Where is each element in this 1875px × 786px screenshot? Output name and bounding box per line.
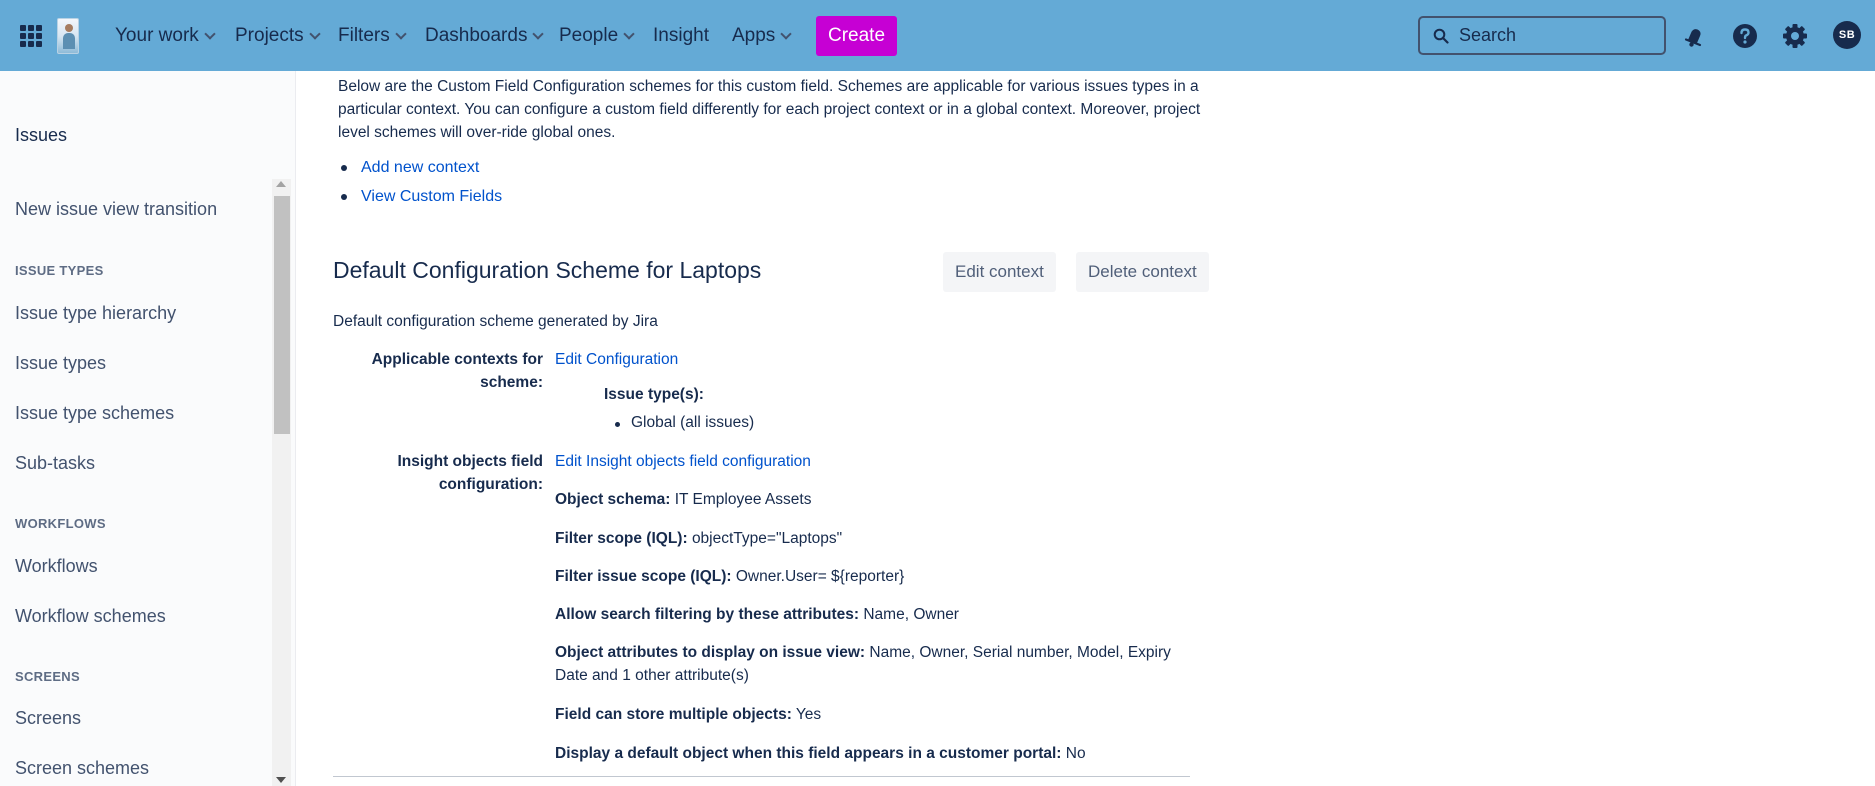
filter-scope-label: Filter scope (IQL): bbox=[555, 530, 688, 547]
nav-dashboards-label: Dashboards bbox=[425, 25, 528, 46]
nav-people[interactable]: People bbox=[559, 20, 635, 52]
edit-insight-config-link[interactable]: Edit Insight objects field configuration bbox=[555, 453, 811, 470]
delete-context-button[interactable]: Delete context bbox=[1076, 252, 1209, 292]
settings-gear-icon[interactable] bbox=[1781, 22, 1809, 50]
scroll-up-arrow-icon[interactable] bbox=[276, 181, 286, 187]
chevron-down-icon bbox=[623, 28, 635, 40]
sidebar-item-issue-type-schemes[interactable]: Issue type schemes bbox=[15, 403, 174, 424]
search-filter-value: Name, Owner bbox=[863, 606, 959, 623]
sidebar-item-new-issue-view[interactable]: New issue view transition bbox=[15, 199, 217, 220]
sidebar-item-sub-tasks[interactable]: Sub-tasks bbox=[15, 453, 95, 474]
nav-projects[interactable]: Projects bbox=[235, 20, 321, 52]
list-item: View Custom Fields bbox=[341, 186, 502, 215]
sidebar-item-workflow-schemes[interactable]: Workflow schemes bbox=[15, 606, 166, 627]
nav-apps-label: Apps bbox=[732, 25, 776, 46]
site-logo[interactable] bbox=[57, 18, 79, 54]
issue-types-heading: Issue type(s): bbox=[604, 386, 704, 403]
edit-configuration-link[interactable]: Edit Configuration bbox=[555, 351, 678, 368]
sidebar-item-issue-type-hierarchy[interactable]: Issue type hierarchy bbox=[15, 303, 176, 324]
view-custom-fields-link[interactable]: View Custom Fields bbox=[361, 188, 502, 205]
multiple-objects-row: Field can store multiple objects: Yes bbox=[555, 703, 821, 726]
intro-text: Below are the Custom Field Configuration… bbox=[338, 78, 1201, 141]
sidebar: Issues New issue view transition ISSUE T… bbox=[0, 71, 296, 786]
top-navigation-bar: Your work Projects Filters Dashboards Pe… bbox=[0, 0, 1875, 71]
multiple-objects-value: Yes bbox=[795, 706, 822, 723]
search-filter-label: Allow search filtering by these attribut… bbox=[555, 606, 860, 623]
add-new-context-link[interactable]: Add new context bbox=[361, 159, 479, 176]
sidebar-item-issue-types[interactable]: Issue types bbox=[15, 353, 106, 374]
section-divider bbox=[333, 776, 1190, 777]
scroll-down-arrow-icon[interactable] bbox=[276, 777, 286, 783]
chevron-down-icon bbox=[532, 28, 545, 40]
nav-your-work[interactable]: Your work bbox=[115, 20, 216, 52]
nav-apps[interactable]: Apps bbox=[732, 20, 792, 52]
context-links-list: Add new context View Custom Fields bbox=[341, 157, 502, 215]
search-input[interactable] bbox=[1459, 25, 1649, 46]
scheme-title: Default Configuration Scheme for Laptops bbox=[333, 257, 762, 283]
display-attrs-label: Object attributes to display on issue vi… bbox=[555, 644, 866, 661]
chevron-down-icon bbox=[780, 28, 792, 40]
filter-scope-value: objectType="Laptops" bbox=[691, 530, 843, 547]
create-button[interactable]: Create bbox=[816, 16, 897, 56]
applicable-contexts-label: Applicable contexts for scheme: bbox=[371, 351, 543, 391]
sidebar-item-screens[interactable]: Screens bbox=[15, 708, 81, 729]
nav-your-work-label: Your work bbox=[115, 25, 199, 46]
sidebar-item-screen-schemes[interactable]: Screen schemes bbox=[15, 758, 149, 779]
display-attrs-row: Object attributes to display on issue vi… bbox=[555, 641, 1195, 687]
sidebar-section-screens: SCREENS bbox=[15, 669, 80, 684]
nav-people-label: People bbox=[559, 25, 619, 46]
search-filter-row: Allow search filtering by these attribut… bbox=[555, 603, 959, 626]
object-schema-row: Object schema: IT Employee Assets bbox=[555, 488, 811, 511]
nav-insight-label: Insight bbox=[653, 25, 709, 46]
sidebar-section-issue-types: ISSUE TYPES bbox=[15, 263, 104, 278]
help-icon[interactable] bbox=[1731, 22, 1759, 50]
search-icon bbox=[1433, 28, 1449, 44]
edit-context-button[interactable]: Edit context bbox=[943, 252, 1056, 292]
default-object-value: No bbox=[1065, 745, 1086, 762]
filter-issue-scope-label: Filter issue scope (IQL): bbox=[555, 568, 732, 585]
filter-issue-scope-value: Owner.User= ${reporter} bbox=[735, 568, 905, 585]
sidebar-section-workflows: WORKFLOWS bbox=[15, 516, 106, 531]
nav-projects-label: Projects bbox=[235, 25, 304, 46]
issue-type-global: Global (all issues) bbox=[614, 414, 755, 431]
default-object-label: Display a default object when this field… bbox=[555, 745, 1062, 762]
default-object-row: Display a default object when this field… bbox=[555, 742, 1086, 765]
filter-issue-scope-row: Filter issue scope (IQL): Owner.User= ${… bbox=[555, 565, 904, 588]
sidebar-scrollbar-thumb[interactable] bbox=[274, 196, 290, 434]
chevron-down-icon bbox=[308, 28, 321, 40]
edit-configuration-wrap: Edit Configuration bbox=[555, 348, 678, 371]
user-avatar[interactable]: SB bbox=[1833, 21, 1861, 49]
chevron-down-icon bbox=[395, 28, 407, 40]
insight-config-label: Insight objects field configuration: bbox=[397, 453, 543, 493]
chevron-down-icon bbox=[204, 28, 216, 40]
app-switcher-icon[interactable] bbox=[20, 25, 42, 47]
multiple-objects-label: Field can store multiple objects: bbox=[555, 706, 792, 723]
nav-filters-label: Filters bbox=[338, 25, 390, 46]
nav-insight[interactable]: Insight bbox=[653, 20, 709, 52]
scheme-description: Default configuration scheme generated b… bbox=[333, 313, 658, 330]
search-box[interactable] bbox=[1418, 16, 1666, 55]
main-content: Below are the Custom Field Configuration… bbox=[297, 71, 1875, 786]
filter-scope-row: Filter scope (IQL): objectType="Laptops" bbox=[555, 527, 842, 550]
notifications-icon[interactable] bbox=[1681, 22, 1709, 50]
list-item: Add new context bbox=[341, 157, 502, 186]
edit-insight-wrap: Edit Insight objects field configuration bbox=[555, 450, 811, 473]
nav-filters[interactable]: Filters bbox=[338, 20, 407, 52]
nav-dashboards[interactable]: Dashboards bbox=[425, 20, 545, 52]
object-schema-value: IT Employee Assets bbox=[674, 491, 812, 508]
sidebar-title: Issues bbox=[15, 125, 68, 145]
sidebar-item-workflows[interactable]: Workflows bbox=[15, 556, 98, 577]
object-schema-label: Object schema: bbox=[555, 491, 671, 508]
